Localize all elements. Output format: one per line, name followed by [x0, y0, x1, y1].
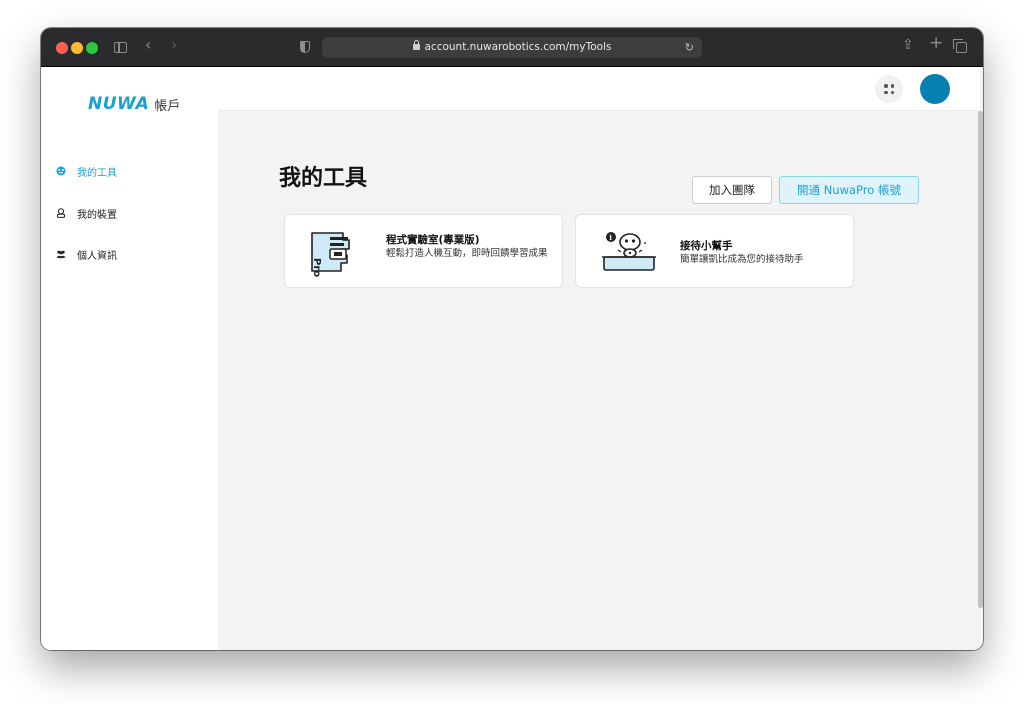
svg-text:i: i: [609, 233, 612, 242]
sidebar-item-label: 我的工具: [77, 167, 117, 179]
tool-card-title: 接待小幫手: [680, 240, 733, 252]
url-text: account.nuwarobotics.com/myTools: [424, 41, 612, 53]
sidebar-item-my-tools[interactable]: 我的工具: [56, 163, 117, 179]
pro-text: Pro: [311, 258, 322, 277]
nuwa-logo: NUWA: [88, 94, 150, 114]
minimize-window-button[interactable]: [71, 42, 83, 54]
tool-card-description: 簡單讓凱比成為您的接待助手: [680, 254, 804, 265]
robot-icon: [56, 208, 66, 218]
sidebar-item-personal-info[interactable]: 個人資訊: [56, 246, 117, 262]
address-bar[interactable]: account.nuwarobotics.com/myTools ↻: [322, 37, 702, 58]
tool-card-reception-helper[interactable]: i 接待小幫手 簡單讓凱比成為您的接待助手: [575, 214, 854, 288]
brand-subtitle: 帳戶: [154, 98, 181, 114]
back-icon[interactable]: ‹: [145, 37, 151, 53]
page-content: NUWA 帳戶 我的工具 我的裝置 個人資訊 我的工具 加入團隊 開通 Nuwa…: [41, 67, 983, 650]
people-icon: [56, 249, 66, 259]
tool-card-code-lab-pro[interactable]: Pro 程式實驗室(專業版) 輕鬆打造人機互動，即時回饋學習成果: [284, 214, 563, 288]
reception-robot-icon: i: [598, 227, 658, 277]
lock-icon: [412, 40, 420, 50]
code-lab-pro-icon: Pro: [307, 227, 367, 277]
sidebar-toggle-icon[interactable]: [114, 42, 127, 53]
forward-icon[interactable]: ›: [171, 37, 177, 53]
page-title: 我的工具: [279, 166, 368, 191]
tool-card-title: 程式實驗室(專業版): [386, 234, 480, 246]
apps-grid-button[interactable]: [875, 75, 903, 103]
toolbox-icon: [56, 166, 66, 176]
tab-overview-icon[interactable]: [953, 39, 967, 53]
browser-window: ‹ › account.nuwarobotics.com/myTools ↻ ⇪…: [41, 28, 983, 650]
tool-card-description: 輕鬆打造人機互動，即時回饋學習成果: [386, 248, 548, 259]
scrollbar[interactable]: [978, 111, 983, 608]
browser-titlebar: ‹ › account.nuwarobotics.com/myTools ↻ ⇪…: [41, 28, 983, 67]
new-tab-icon[interactable]: +: [929, 35, 943, 52]
join-team-button[interactable]: 加入團隊: [692, 176, 772, 204]
close-window-button[interactable]: [56, 42, 68, 54]
privacy-shield-icon[interactable]: [300, 41, 310, 53]
user-avatar[interactable]: [920, 74, 950, 104]
zoom-window-button[interactable]: [86, 42, 98, 54]
apps-grid-icon: [884, 84, 888, 88]
reload-icon[interactable]: ↻: [685, 37, 694, 58]
brand[interactable]: NUWA 帳戶: [88, 94, 180, 114]
top-header: [218, 67, 980, 111]
open-nuwapro-account-button[interactable]: 開通 NuwaPro 帳號: [779, 176, 919, 204]
sidebar-item-my-devices[interactable]: 我的裝置: [56, 205, 117, 221]
sidebar-item-label: 個人資訊: [77, 250, 117, 262]
share-icon[interactable]: ⇪: [902, 38, 914, 52]
sidebar-item-label: 我的裝置: [77, 209, 117, 221]
sidebar: NUWA 帳戶 我的工具 我的裝置 個人資訊: [41, 67, 218, 650]
